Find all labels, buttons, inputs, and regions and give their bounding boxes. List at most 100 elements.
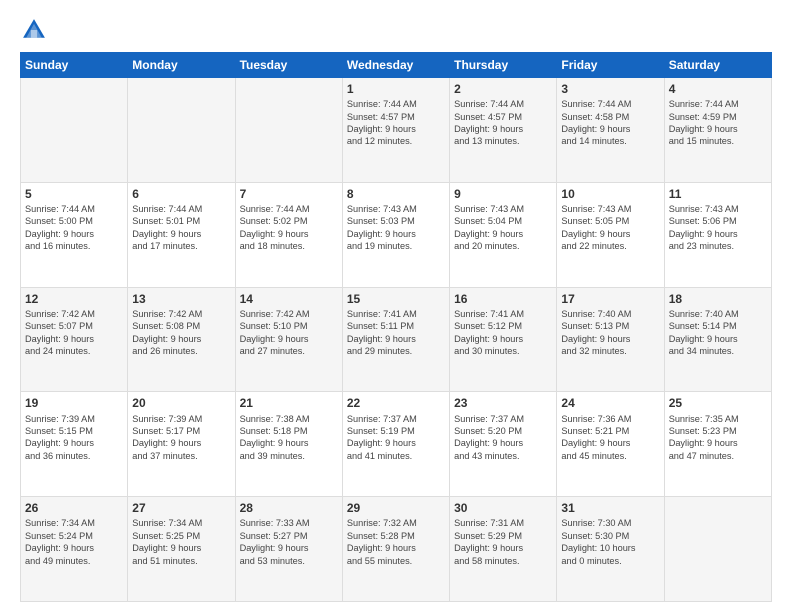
- day-number: 24: [561, 395, 659, 411]
- day-cell: 11Sunrise: 7:43 AM Sunset: 5:06 PM Dayli…: [664, 182, 771, 287]
- day-cell: 12Sunrise: 7:42 AM Sunset: 5:07 PM Dayli…: [21, 287, 128, 392]
- day-cell: [21, 78, 128, 183]
- day-cell: [235, 78, 342, 183]
- day-cell: 16Sunrise: 7:41 AM Sunset: 5:12 PM Dayli…: [450, 287, 557, 392]
- day-number: 8: [347, 186, 445, 202]
- calendar-table: SundayMondayTuesdayWednesdayThursdayFrid…: [20, 52, 772, 602]
- day-cell: 25 Sunrise: 7:35 AM Sunset: 5:23 PM Dayli…: [664, 392, 771, 497]
- day-cell: 10Sunrise: 7:43 AM Sunset: 5:05 PM Dayli…: [557, 182, 664, 287]
- day-info: Sunrise: 7:44 AM Sunset: 5:00 PM Dayligh…: [25, 203, 123, 253]
- day-info: Sunrise: 7:44 AM Sunset: 4:57 PM Dayligh…: [347, 98, 445, 148]
- day-cell: 17Sunrise: 7:40 AM Sunset: 5:13 PM Dayli…: [557, 287, 664, 392]
- day-info: Sunrise: 7:37 AM Sunset: 5:19 PM Dayligh…: [347, 413, 445, 463]
- day-number: 11: [669, 186, 767, 202]
- day-cell: 15Sunrise: 7:41 AM Sunset: 5:11 PM Dayli…: [342, 287, 449, 392]
- day-info: Sunrise: 7:40 AM Sunset: 5:13 PM Dayligh…: [561, 308, 659, 358]
- day-cell: 19 Sunrise: 7:39 AM Sunset: 5:15 PM Dayli…: [21, 392, 128, 497]
- day-info: Sunrise: 7:30 AM Sunset: 5:30 PM Dayligh…: [561, 517, 659, 567]
- day-info: Sunrise: 7:32 AM Sunset: 5:28 PM Dayligh…: [347, 517, 445, 567]
- day-info: Sunrise: 7:33 AM Sunset: 5:27 PM Dayligh…: [240, 517, 338, 567]
- day-number: 28: [240, 500, 338, 516]
- day-cell: 23Sunrise: 7:37 AM Sunset: 5:20 PM Dayli…: [450, 392, 557, 497]
- day-cell: 29Sunrise: 7:32 AM Sunset: 5:28 PM Dayli…: [342, 497, 449, 602]
- day-number: 7: [240, 186, 338, 202]
- day-cell: 24 Sunrise: 7:36 AM Sunset: 5:21 PM Dayli…: [557, 392, 664, 497]
- day-info: Sunrise: 7:39 AM Sunset: 5:15 PM Dayligh…: [25, 413, 123, 463]
- day-header-row: SundayMondayTuesdayWednesdayThursdayFrid…: [21, 53, 772, 78]
- day-info: Sunrise: 7:43 AM Sunset: 5:06 PM Dayligh…: [669, 203, 767, 253]
- day-number: 18: [669, 291, 767, 307]
- day-number: 10: [561, 186, 659, 202]
- day-number: 5: [25, 186, 123, 202]
- day-cell: 13Sunrise: 7:42 AM Sunset: 5:08 PM Dayli…: [128, 287, 235, 392]
- day-info: Sunrise: 7:36 AM Sunset: 5:21 PM Dayligh…: [561, 413, 659, 463]
- calendar-body: 1Sunrise: 7:44 AM Sunset: 4:57 PM Daylig…: [21, 78, 772, 602]
- day-cell: 2Sunrise: 7:44 AM Sunset: 4:57 PM Daylig…: [450, 78, 557, 183]
- day-cell: 14Sunrise: 7:42 AM Sunset: 5:10 PM Dayli…: [235, 287, 342, 392]
- day-info: Sunrise: 7:41 AM Sunset: 5:12 PM Dayligh…: [454, 308, 552, 358]
- day-info: Sunrise: 7:44 AM Sunset: 4:57 PM Dayligh…: [454, 98, 552, 148]
- day-number: 25: [669, 395, 767, 411]
- day-info: Sunrise: 7:44 AM Sunset: 4:59 PM Dayligh…: [669, 98, 767, 148]
- week-row-5: 26Sunrise: 7:34 AM Sunset: 5:24 PM Dayli…: [21, 497, 772, 602]
- day-cell: 26Sunrise: 7:34 AM Sunset: 5:24 PM Dayli…: [21, 497, 128, 602]
- day-cell: 8Sunrise: 7:43 AM Sunset: 5:03 PM Daylig…: [342, 182, 449, 287]
- day-cell: 18Sunrise: 7:40 AM Sunset: 5:14 PM Dayli…: [664, 287, 771, 392]
- logo: [20, 16, 52, 44]
- day-info: Sunrise: 7:44 AM Sunset: 5:01 PM Dayligh…: [132, 203, 230, 253]
- day-info: Sunrise: 7:34 AM Sunset: 5:25 PM Dayligh…: [132, 517, 230, 567]
- day-cell: 7Sunrise: 7:44 AM Sunset: 5:02 PM Daylig…: [235, 182, 342, 287]
- week-row-1: 1Sunrise: 7:44 AM Sunset: 4:57 PM Daylig…: [21, 78, 772, 183]
- day-header-wednesday: Wednesday: [342, 53, 449, 78]
- day-info: Sunrise: 7:42 AM Sunset: 5:10 PM Dayligh…: [240, 308, 338, 358]
- day-header-thursday: Thursday: [450, 53, 557, 78]
- day-info: Sunrise: 7:43 AM Sunset: 5:03 PM Dayligh…: [347, 203, 445, 253]
- day-cell: 30Sunrise: 7:31 AM Sunset: 5:29 PM Dayli…: [450, 497, 557, 602]
- day-info: Sunrise: 7:34 AM Sunset: 5:24 PM Dayligh…: [25, 517, 123, 567]
- day-cell: [128, 78, 235, 183]
- day-cell: 20Sunrise: 7:39 AM Sunset: 5:17 PM Dayli…: [128, 392, 235, 497]
- day-number: 13: [132, 291, 230, 307]
- day-number: 23: [454, 395, 552, 411]
- day-number: 4: [669, 81, 767, 97]
- day-cell: 1Sunrise: 7:44 AM Sunset: 4:57 PM Daylig…: [342, 78, 449, 183]
- day-cell: 4Sunrise: 7:44 AM Sunset: 4:59 PM Daylig…: [664, 78, 771, 183]
- day-header-saturday: Saturday: [664, 53, 771, 78]
- page: SundayMondayTuesdayWednesdayThursdayFrid…: [0, 0, 792, 612]
- day-cell: 21Sunrise: 7:38 AM Sunset: 5:18 PM Dayli…: [235, 392, 342, 497]
- day-info: Sunrise: 7:31 AM Sunset: 5:29 PM Dayligh…: [454, 517, 552, 567]
- day-number: 14: [240, 291, 338, 307]
- day-header-friday: Friday: [557, 53, 664, 78]
- day-number: 3: [561, 81, 659, 97]
- day-number: 6: [132, 186, 230, 202]
- day-number: 30: [454, 500, 552, 516]
- day-number: 15: [347, 291, 445, 307]
- logo-icon: [20, 16, 48, 44]
- day-cell: 31Sunrise: 7:30 AM Sunset: 5:30 PM Dayli…: [557, 497, 664, 602]
- day-info: Sunrise: 7:40 AM Sunset: 5:14 PM Dayligh…: [669, 308, 767, 358]
- day-header-sunday: Sunday: [21, 53, 128, 78]
- day-number: 16: [454, 291, 552, 307]
- week-row-2: 5Sunrise: 7:44 AM Sunset: 5:00 PM Daylig…: [21, 182, 772, 287]
- day-cell: 3Sunrise: 7:44 AM Sunset: 4:58 PM Daylig…: [557, 78, 664, 183]
- day-info: Sunrise: 7:42 AM Sunset: 5:08 PM Dayligh…: [132, 308, 230, 358]
- day-number: 2: [454, 81, 552, 97]
- day-number: 20: [132, 395, 230, 411]
- day-info: Sunrise: 7:42 AM Sunset: 5:07 PM Dayligh…: [25, 308, 123, 358]
- header: [20, 16, 772, 44]
- day-number: 29: [347, 500, 445, 516]
- day-number: 31: [561, 500, 659, 516]
- day-number: 22: [347, 395, 445, 411]
- day-number: 27: [132, 500, 230, 516]
- calendar-header: SundayMondayTuesdayWednesdayThursdayFrid…: [21, 53, 772, 78]
- day-info: Sunrise: 7:43 AM Sunset: 5:05 PM Dayligh…: [561, 203, 659, 253]
- day-info: Sunrise: 7:44 AM Sunset: 5:02 PM Dayligh…: [240, 203, 338, 253]
- day-cell: 28Sunrise: 7:33 AM Sunset: 5:27 PM Dayli…: [235, 497, 342, 602]
- day-info: Sunrise: 7:35 AM Sunset: 5:23 PM Dayligh…: [669, 413, 767, 463]
- day-cell: 5Sunrise: 7:44 AM Sunset: 5:00 PM Daylig…: [21, 182, 128, 287]
- day-number: 12: [25, 291, 123, 307]
- day-number: 1: [347, 81, 445, 97]
- day-cell: [664, 497, 771, 602]
- day-number: 19: [25, 395, 123, 411]
- week-row-3: 12Sunrise: 7:42 AM Sunset: 5:07 PM Dayli…: [21, 287, 772, 392]
